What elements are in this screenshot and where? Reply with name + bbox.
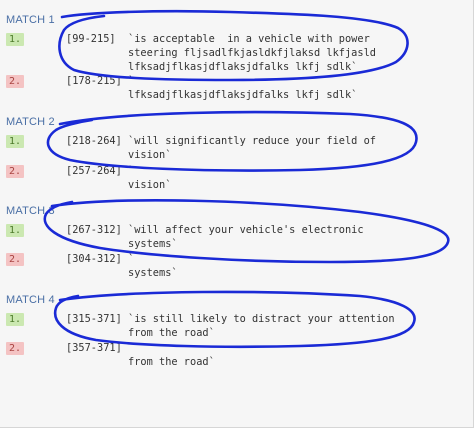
match-4-group-1-range: [315-371]	[66, 313, 122, 325]
match-1-group-1-text-line-3: lfksadjflkasjdflaksjdfalks lkfj sdlk`	[128, 61, 358, 73]
match-2-group-2-range: [257-264]	[66, 165, 122, 177]
match-1-group-1-text-line-1: `is acceptable in a vehicle with power	[128, 33, 370, 45]
match-1-group-2-text-line-1: `	[128, 75, 135, 87]
regex-match-results-panel: MATCH 1 1. [99-215] `is acceptable in a …	[0, 0, 474, 428]
match-3-group-1-range: [267-312]	[66, 224, 122, 236]
match-4-group-2-text-line-2: from the road`	[128, 356, 215, 368]
match-3-group-1-text-line-1: `will affect your vehicle's electronic	[128, 224, 364, 236]
match-2-group-2-index: 2.	[6, 165, 24, 178]
match-4-group-1-index: 1.	[6, 313, 24, 326]
match-4-group-1-text-line-2: from the road`	[128, 327, 215, 339]
match-4-group-2-range: [357-371]	[66, 342, 122, 354]
match-3-group-2-range: [304-312]	[66, 253, 122, 265]
match-3-group-2-text-line-1: `	[128, 253, 135, 265]
match-1-group-1-range: [99-215]	[66, 33, 116, 45]
match-4-group-2-index: 2.	[6, 342, 24, 355]
match-3-group-1-text-line-2: systems`	[128, 238, 178, 250]
match-3-group-1-index: 1.	[6, 224, 24, 237]
match-2-group-2-text-line-1: `	[128, 165, 135, 177]
match-3-group-2-index: 2.	[6, 253, 24, 266]
match-3-group-2-text-line-2: systems`	[128, 267, 178, 279]
match-2-title: MATCH 2	[6, 116, 55, 128]
match-1-group-2-text-line-2: lfksadjflkasjdflaksjdfalks lkfj sdlk`	[128, 89, 358, 101]
match-4-group-2-text-line-1: `	[128, 342, 135, 354]
match-4-group-1-text-line-1: `is still likely to distract your attent…	[128, 313, 395, 325]
match-2-group-1-text-line-1: `will significantly reduce your field of	[128, 135, 376, 147]
match-1-group-2-index: 2.	[6, 75, 24, 88]
match-1-group-1-text-line-2: steering fljsadlfkjasldkfjlaksd lkfjasld	[128, 47, 376, 59]
match-2-group-1-index: 1.	[6, 135, 24, 148]
match-1-group-1-index: 1.	[6, 33, 24, 46]
match-2-group-2-text-line-2: vision`	[128, 179, 172, 191]
match-1-group-2-range: [178-215]	[66, 75, 122, 87]
match-2-group-1-range: [218-264]	[66, 135, 122, 147]
match-2-group-1-text-line-2: vision`	[128, 149, 172, 161]
match-4-title: MATCH 4	[6, 294, 55, 306]
match-1-title: MATCH 1	[6, 14, 55, 26]
match-3-title: MATCH 3	[6, 205, 55, 217]
